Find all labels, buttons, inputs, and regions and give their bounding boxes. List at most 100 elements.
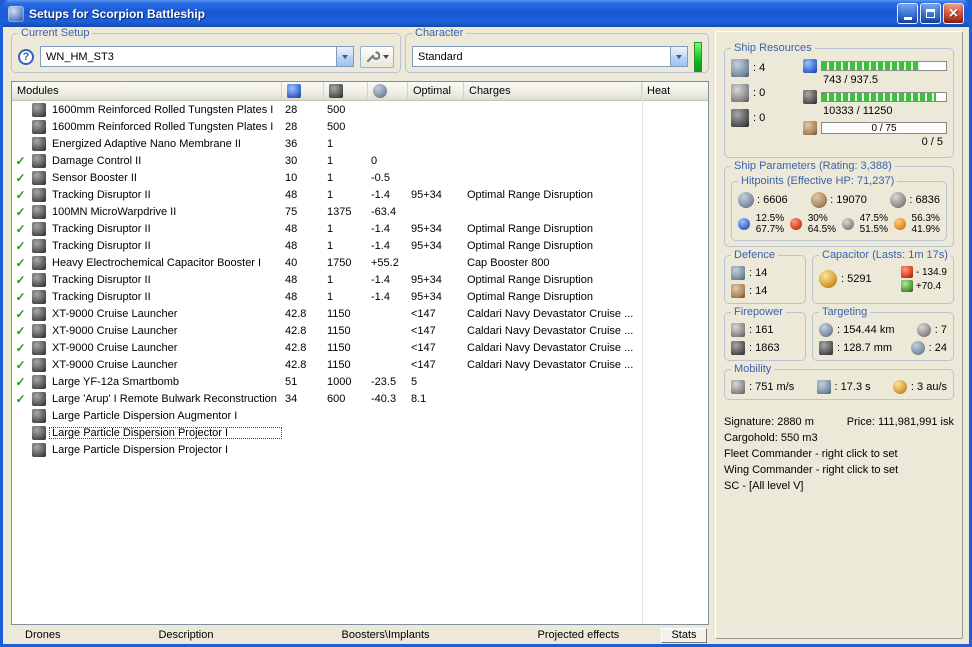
module-check-icon (15, 341, 25, 355)
close-icon (949, 6, 958, 22)
ship-stats-panel: Ship Resources : 4 : 0 : 0 743 / 937.5 1… (715, 31, 963, 639)
bottom-tabbar: Drones Description Boosters\Implants Projec… (11, 627, 709, 643)
fleet-commander-text[interactable]: Fleet Commander - right click to set (724, 446, 898, 462)
module-icon (32, 323, 46, 338)
powergrid-column-header[interactable] (324, 82, 368, 100)
table-row[interactable]: 100MN MicroWarpdrive II 75 1375 -63.4 (12, 203, 708, 220)
table-row[interactable]: Sensor Booster II 10 1 -0.5 (12, 169, 708, 186)
minimize-button[interactable] (897, 3, 918, 24)
optimal-column-header[interactable]: Optimal (408, 82, 464, 100)
powergrid-icon (803, 90, 817, 104)
module-optimal: 95+34 (411, 290, 442, 303)
warp-speed-icon (892, 380, 907, 394)
table-row[interactable]: Tracking Disruptor II 48 1 -1.4 95+34 Op… (12, 237, 708, 254)
rig-slots-icon (731, 109, 749, 127)
max-velocity-icon (731, 380, 745, 394)
setup-combo[interactable]: WN_HM_ST3 (40, 46, 354, 67)
module-icon (32, 272, 46, 287)
tools-button[interactable] (360, 45, 394, 68)
table-row[interactable]: XT-9000 Cruise Launcher 42.8 1150 <147 C… (12, 305, 708, 322)
kinetic-resist-icon (841, 218, 854, 230)
tools-dropdown-icon[interactable] (383, 51, 389, 62)
hitpoints-title: Hitpoints (Effective HP: 71,237) (738, 175, 898, 187)
module-charge: Cap Booster 800 (467, 256, 550, 269)
module-name: XT-9000 Cruise Launcher (52, 307, 178, 320)
table-row[interactable]: Damage Control II 30 1 0 (12, 152, 708, 169)
module-check-icon (15, 239, 25, 253)
dps-icon (731, 341, 745, 355)
shield-hp-value: : 6606 (757, 194, 788, 206)
module-name: Damage Control II (52, 154, 142, 167)
tab-boosters-implants[interactable]: Boosters\Implants (342, 629, 430, 641)
capacitor-column-header[interactable] (368, 82, 408, 100)
module-check-icon (15, 171, 25, 185)
cpu-icon (803, 59, 817, 73)
table-row[interactable]: XT-9000 Cruise Launcher 42.8 1150 <147 C… (12, 322, 708, 339)
module-name: XT-9000 Cruise Launcher (52, 341, 178, 354)
module-icon (32, 289, 46, 304)
module-name: Tracking Disruptor II (52, 222, 151, 235)
charges-column-header[interactable]: Charges (464, 82, 642, 100)
module-name: Tracking Disruptor II (52, 290, 151, 303)
module-icon (32, 408, 46, 423)
current-setup-label: Current Setup (18, 27, 93, 39)
table-row[interactable]: XT-9000 Cruise Launcher 42.8 1150 <147 C… (12, 339, 708, 356)
table-row[interactable]: Large Particle Dispersion Projector I (12, 441, 708, 458)
tab-drones[interactable]: Drones (25, 629, 60, 641)
volley-damage-icon (731, 323, 745, 337)
table-row[interactable]: Large 'Arup' I Remote Bulwark Reconstruc… (12, 390, 708, 407)
module-charge: Optimal Range Disruption (467, 290, 593, 303)
table-row[interactable]: 1600mm Reinforced Rolled Tungsten Plates… (12, 101, 708, 118)
wrench-icon (366, 51, 380, 63)
heat-column-header[interactable]: Heat (642, 82, 708, 100)
close-button[interactable] (943, 3, 964, 24)
character-combo-value: Standard (418, 50, 463, 63)
module-cpu: 28 (285, 103, 298, 116)
capacitor-recharge-icon (900, 280, 913, 292)
character-combo-dropdown-icon[interactable] (670, 47, 687, 66)
table-row[interactable]: 1600mm Reinforced Rolled Tungsten Plates… (12, 118, 708, 135)
table-row[interactable]: Tracking Disruptor II 48 1 -1.4 95+34 Op… (12, 288, 708, 305)
module-capacitor: -1.4 (371, 222, 390, 235)
module-optimal: <147 (411, 341, 436, 354)
table-row[interactable]: Tracking Disruptor II 48 1 -1.4 95+34 Op… (12, 220, 708, 237)
maximize-button[interactable] (920, 3, 941, 24)
table-row[interactable]: Heavy Electrochemical Capacitor Booster … (12, 254, 708, 271)
character-combo[interactable]: Standard (412, 46, 688, 67)
module-icon (32, 102, 46, 117)
tab-projected-effects[interactable]: Projected effects (538, 629, 620, 641)
setup-combo-dropdown-icon[interactable] (336, 47, 353, 66)
module-cpu: 75 (285, 205, 298, 218)
module-check-icon (15, 256, 25, 270)
module-cpu: 48 (285, 188, 298, 201)
table-row[interactable]: Energized Adaptive Nano Membrane II 36 1 (12, 135, 708, 152)
module-optimal: <147 (411, 307, 436, 320)
price-text: Price: 111,981,991 isk (846, 416, 954, 428)
titlebar[interactable]: Setups for Scorpion Battleship (3, 0, 969, 27)
capacitor-amount: : 5291 (841, 273, 872, 285)
hull-hp-icon (890, 192, 907, 208)
module-check-icon (15, 273, 25, 287)
drone-bandwidth-text: 0 / 75 (871, 122, 897, 134)
module-cpu: 28 (285, 120, 298, 133)
module-cpu: 42.8 (285, 358, 307, 371)
tab-description[interactable]: Description (158, 629, 213, 641)
hitpoints-group: Hitpoints (Effective HP: 71,237) : 6606 … (731, 175, 947, 241)
module-cpu: 40 (285, 256, 298, 269)
module-charge: Optimal Range Disruption (467, 188, 593, 201)
table-row[interactable]: Large Particle Dispersion Augmentor I (12, 407, 708, 424)
module-powergrid: 1 (327, 188, 334, 201)
wing-commander-text[interactable]: Wing Commander - right click to set (724, 462, 898, 478)
table-row[interactable]: Large YF-12a Smartbomb 51 1000 -23.5 5 (12, 373, 708, 390)
launcher-hardpoints-icon (731, 84, 749, 102)
table-row[interactable]: Tracking Disruptor II 48 1 -1.4 95+34 Op… (12, 186, 708, 203)
table-row[interactable]: Large Particle Dispersion Projector I (12, 424, 708, 441)
module-charge: Caldari Navy Devastator Cruise ... (467, 358, 634, 371)
cpu-column-header[interactable] (282, 82, 324, 100)
table-row[interactable]: XT-9000 Cruise Launcher 42.8 1150 <147 C… (12, 356, 708, 373)
modules-column-header[interactable]: Modules (12, 82, 282, 100)
help-icon[interactable]: ? (18, 48, 34, 65)
tab-stats[interactable]: Stats (661, 627, 707, 643)
table-row[interactable]: Tracking Disruptor II 48 1 -1.4 95+34 Op… (12, 271, 708, 288)
module-optimal: <147 (411, 324, 436, 337)
